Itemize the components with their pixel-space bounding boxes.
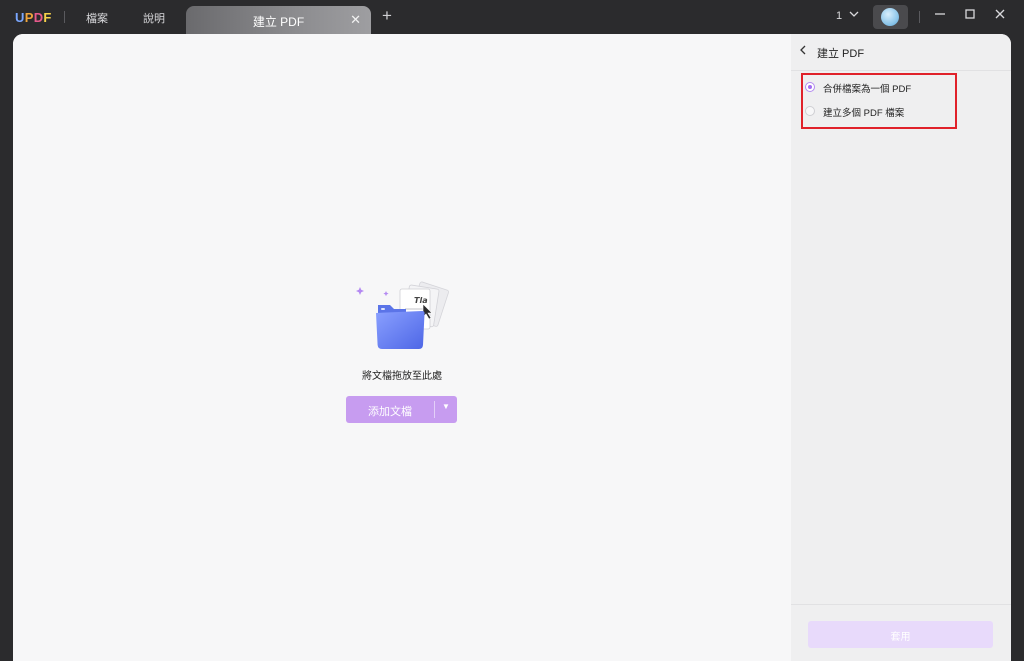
- panel-title: 建立 PDF: [817, 48, 865, 60]
- tab-create-pdf[interactable]: 建立 PDF ✕: [186, 6, 371, 34]
- page-indicator-value: 1: [836, 10, 843, 22]
- avatar: [881, 8, 899, 26]
- menu-help[interactable]: 說明: [143, 10, 165, 26]
- panel-footer: 套用: [791, 604, 1011, 661]
- chevron-down-icon: [849, 11, 859, 17]
- title-separator: [919, 11, 920, 23]
- title-bar: UPDF 檔案 說明 建立 PDF ✕ + 1: [0, 0, 1024, 34]
- radio-unchecked-icon[interactable]: [805, 106, 815, 116]
- account-button[interactable]: [873, 5, 908, 29]
- app-logo: UPDF: [15, 10, 52, 25]
- option-label: 建立多個 PDF 檔案: [823, 108, 905, 119]
- minimize-icon[interactable]: [932, 8, 948, 24]
- back-arrow-icon[interactable]: [799, 44, 807, 59]
- menu-file[interactable]: 檔案: [86, 10, 108, 26]
- close-icon[interactable]: ✕: [350, 12, 361, 28]
- add-document-button[interactable]: 添加文檔 ▼: [346, 396, 457, 423]
- close-window-icon[interactable]: [992, 8, 1008, 24]
- maximize-icon[interactable]: [962, 8, 978, 24]
- dropdown-arrow-icon[interactable]: ▼: [435, 402, 457, 411]
- drop-instruction: 將文檔拖放至此處: [362, 371, 442, 382]
- radio-checked-icon[interactable]: [805, 82, 815, 92]
- create-pdf-panel: 建立 PDF 合併檔案為一個 PDF 建立多個 PDF 檔案 套用: [791, 34, 1011, 661]
- folder-with-documents-illustration: Tla: [356, 281, 449, 349]
- apply-label: 套用: [890, 632, 911, 643]
- apply-button[interactable]: 套用: [808, 621, 993, 648]
- file-drop-zone[interactable]: Tla 將文檔拖放至此處 添加文檔 ▼: [13, 34, 791, 661]
- tab-label: 建立 PDF: [252, 15, 305, 29]
- panel-header: 建立 PDF: [791, 34, 1011, 71]
- title-separator: [64, 11, 65, 23]
- page-indicator-dropdown[interactable]: 1: [836, 10, 859, 22]
- add-document-label: 添加文檔: [368, 406, 412, 418]
- plus-icon[interactable]: +: [382, 7, 392, 24]
- option-label: 合併檔案為一個 PDF: [823, 84, 912, 95]
- svg-text:Tla: Tla: [414, 296, 428, 305]
- main-window: Tla 將文檔拖放至此處 添加文檔 ▼ 建立 PDF 合併檔案為一個 PDF 建…: [13, 34, 1011, 661]
